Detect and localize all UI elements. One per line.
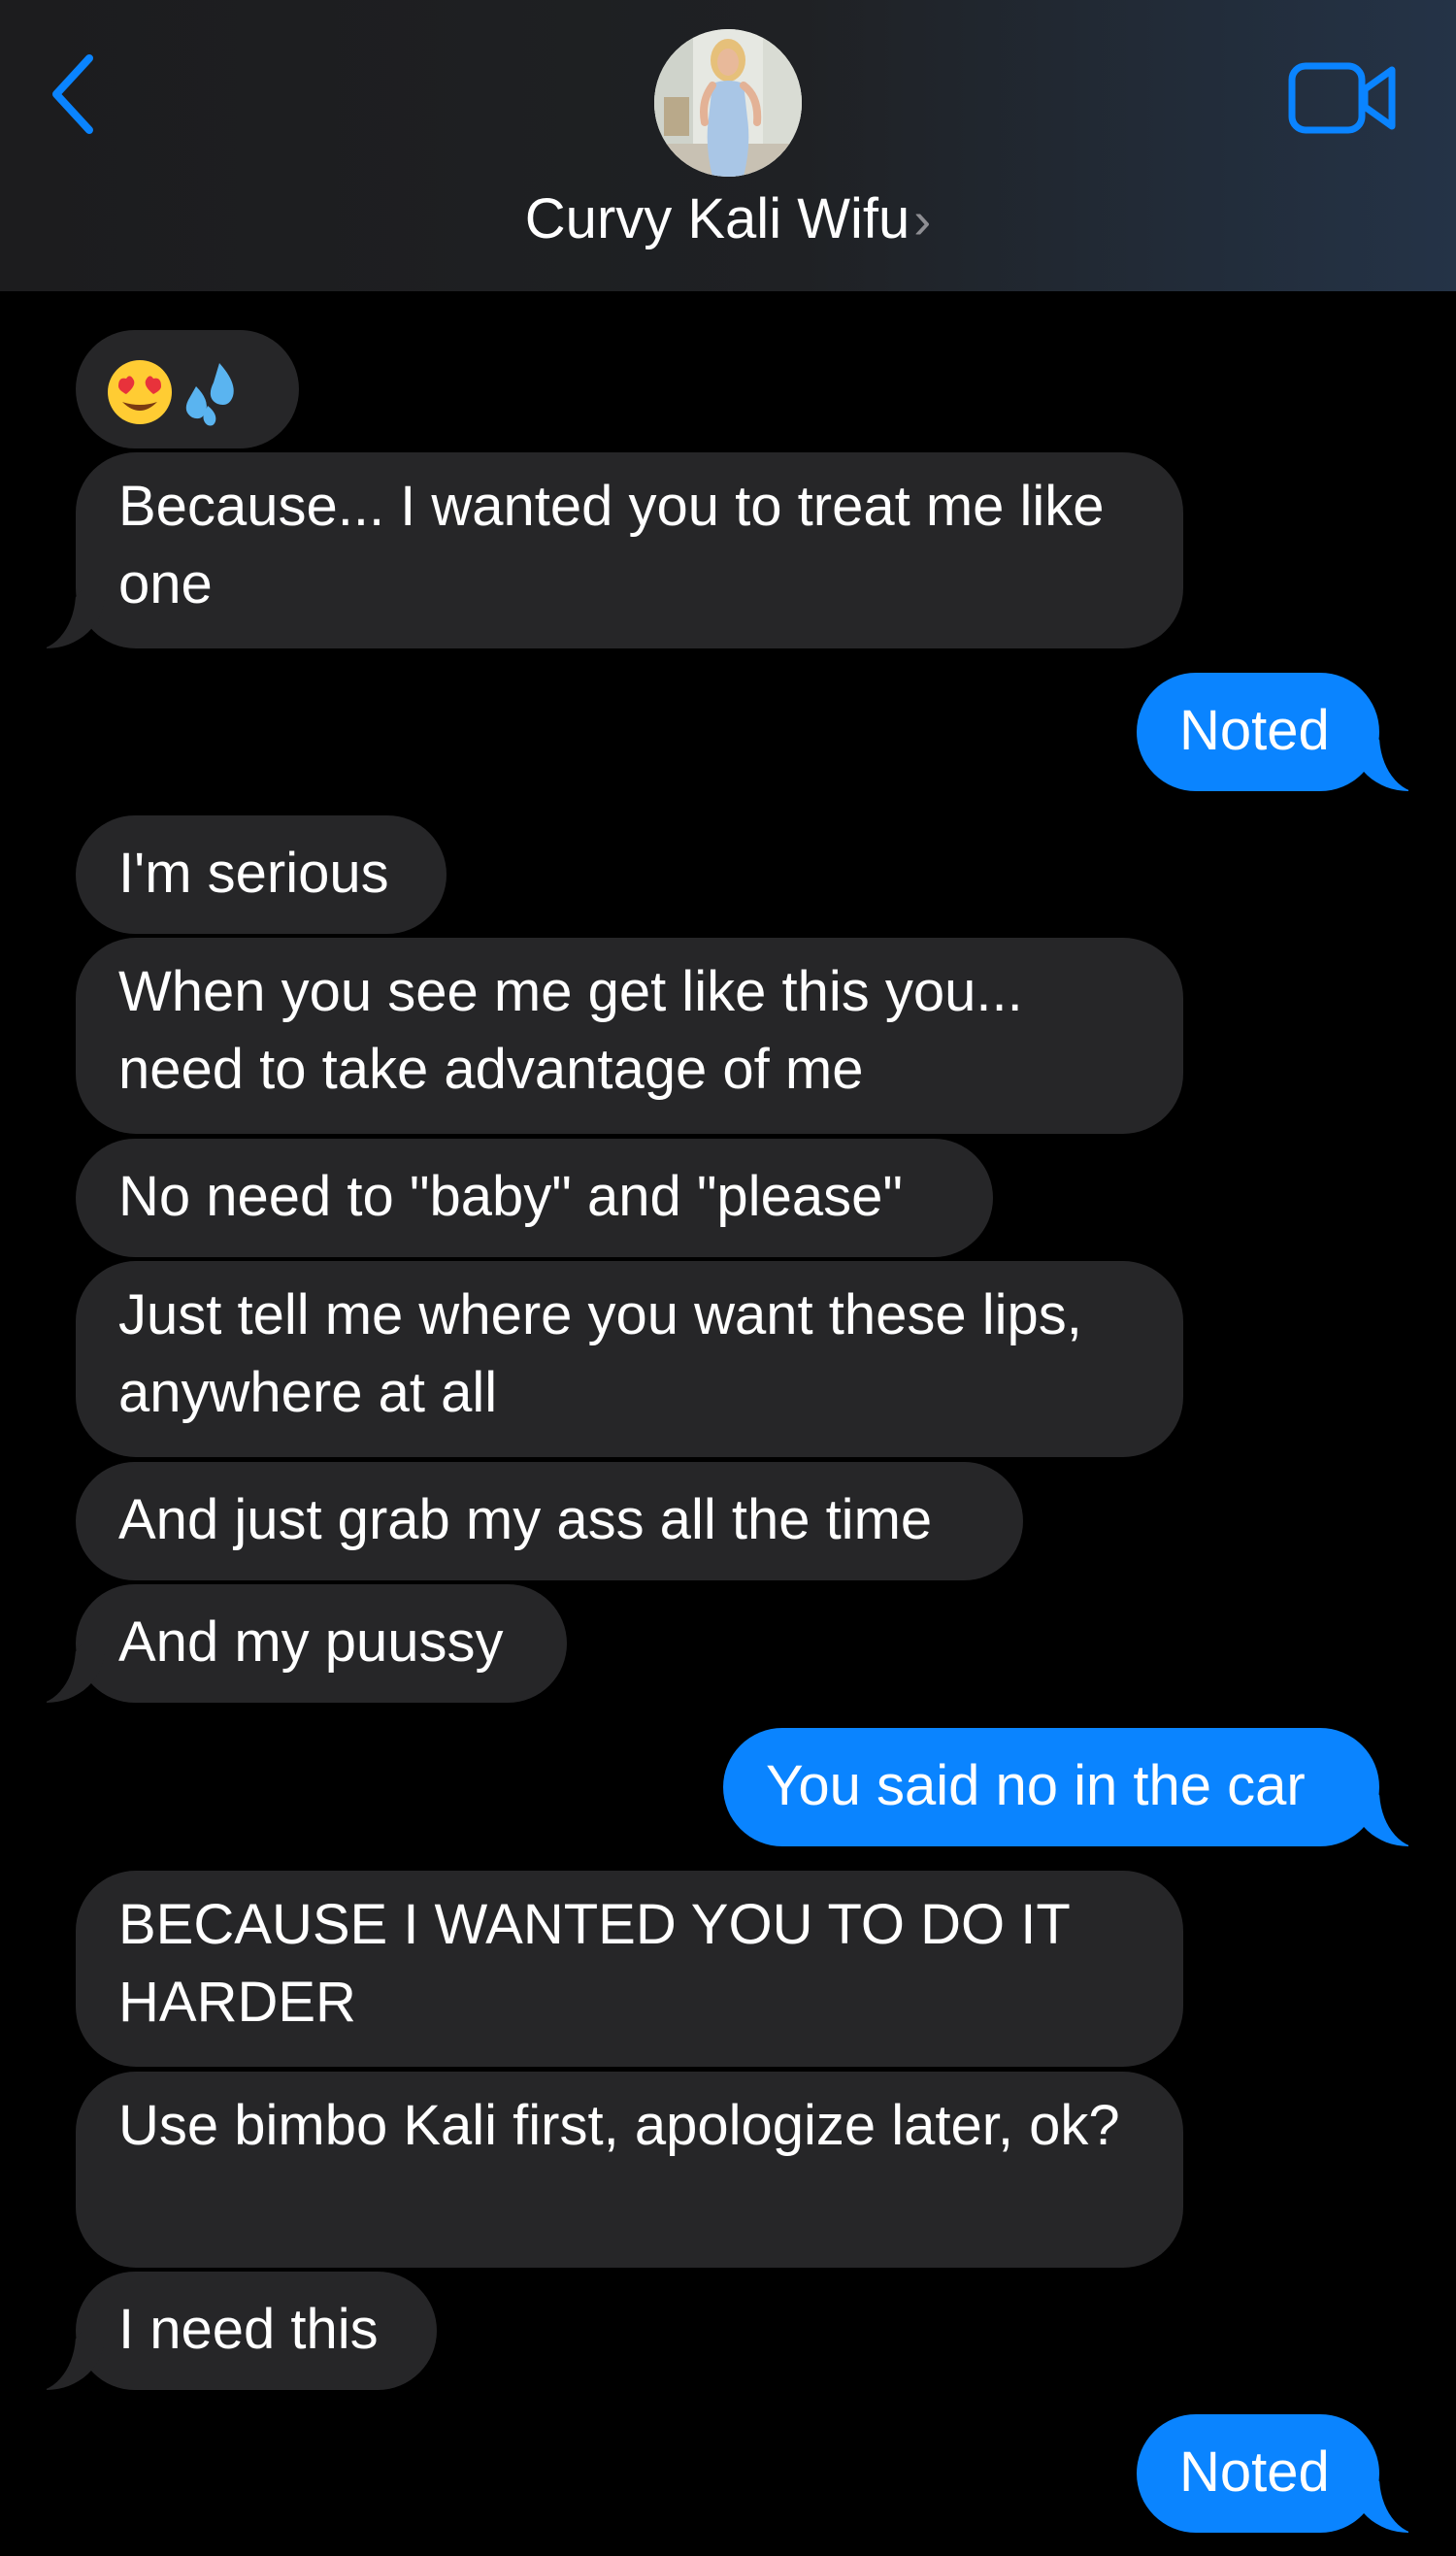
message-bubble-outgoing[interactable]: Noted bbox=[1137, 2414, 1422, 2535]
message-thread[interactable]: Because... I wanted you to treat me like… bbox=[0, 291, 1456, 2556]
message-bubble-incoming[interactable]: BECAUSE I WANTED YOU TO DO IT HARDER bbox=[76, 1871, 1183, 2067]
message-text: You said no in the car bbox=[766, 1754, 1306, 1817]
back-button[interactable] bbox=[47, 50, 105, 138]
contact-name-label: Curvy Kali Wifu bbox=[524, 187, 910, 250]
heart-eyes-emoji-icon bbox=[108, 359, 172, 424]
message-text: I'm serious bbox=[118, 842, 389, 905]
chevron-right-icon: › bbox=[913, 191, 932, 249]
message-text: And just grab my ass all the time bbox=[118, 1488, 933, 1551]
contact-photo bbox=[654, 29, 802, 177]
conversation-header: Curvy Kali Wifu› bbox=[0, 0, 1456, 291]
message-bubble-incoming[interactable]: I'm serious bbox=[76, 815, 447, 934]
message-bubble-incoming[interactable] bbox=[76, 330, 299, 448]
message-text: No need to "baby" and "please" bbox=[118, 1165, 903, 1228]
message-bubble-incoming[interactable]: Because... I wanted you to treat me like… bbox=[33, 452, 1183, 650]
contact-name[interactable]: Curvy Kali Wifu› bbox=[0, 188, 1456, 250]
message-bubble-incoming[interactable]: When you see me get like this you... nee… bbox=[76, 938, 1183, 1134]
message-text: Just tell me where you want these lips, … bbox=[118, 1283, 1082, 1424]
message-text: When you see me get like this you... nee… bbox=[118, 960, 1023, 1101]
message-bubble-outgoing[interactable]: You said no in the car bbox=[723, 1728, 1422, 1848]
message-text: And my puussy bbox=[118, 1610, 504, 1674]
message-text: Use bimbo Kali first, apologize later, o… bbox=[118, 2094, 1120, 2157]
message-text: BECAUSE I WANTED YOU TO DO IT HARDER bbox=[118, 1893, 1070, 2034]
chevron-left-icon bbox=[52, 54, 93, 134]
video-call-button[interactable] bbox=[1287, 56, 1400, 140]
message-text: I need this bbox=[118, 2298, 379, 2361]
message-bubble-incoming[interactable]: And just grab my ass all the time bbox=[76, 1462, 1023, 1580]
message-text: Noted bbox=[1179, 2440, 1330, 2504]
sweat-droplets-icon bbox=[185, 362, 234, 426]
message-bubble-incoming[interactable]: Use bimbo Kali first, apologize later, o… bbox=[76, 2072, 1183, 2268]
message-text: Noted bbox=[1179, 699, 1330, 762]
message-bubble-incoming[interactable]: And my puussy bbox=[33, 1584, 567, 1705]
avatar[interactable] bbox=[654, 29, 802, 177]
message-bubble-incoming[interactable]: No need to "baby" and "please" bbox=[76, 1139, 993, 1257]
message-bubble-incoming[interactable]: Just tell me where you want these lips, … bbox=[76, 1261, 1183, 1457]
message-bubble-outgoing[interactable]: Noted bbox=[1137, 673, 1422, 793]
video-camera-icon bbox=[1288, 62, 1396, 134]
message-text: Because... I wanted you to treat me like… bbox=[118, 475, 1105, 615]
message-bubble-incoming[interactable]: I need this bbox=[33, 2272, 437, 2392]
